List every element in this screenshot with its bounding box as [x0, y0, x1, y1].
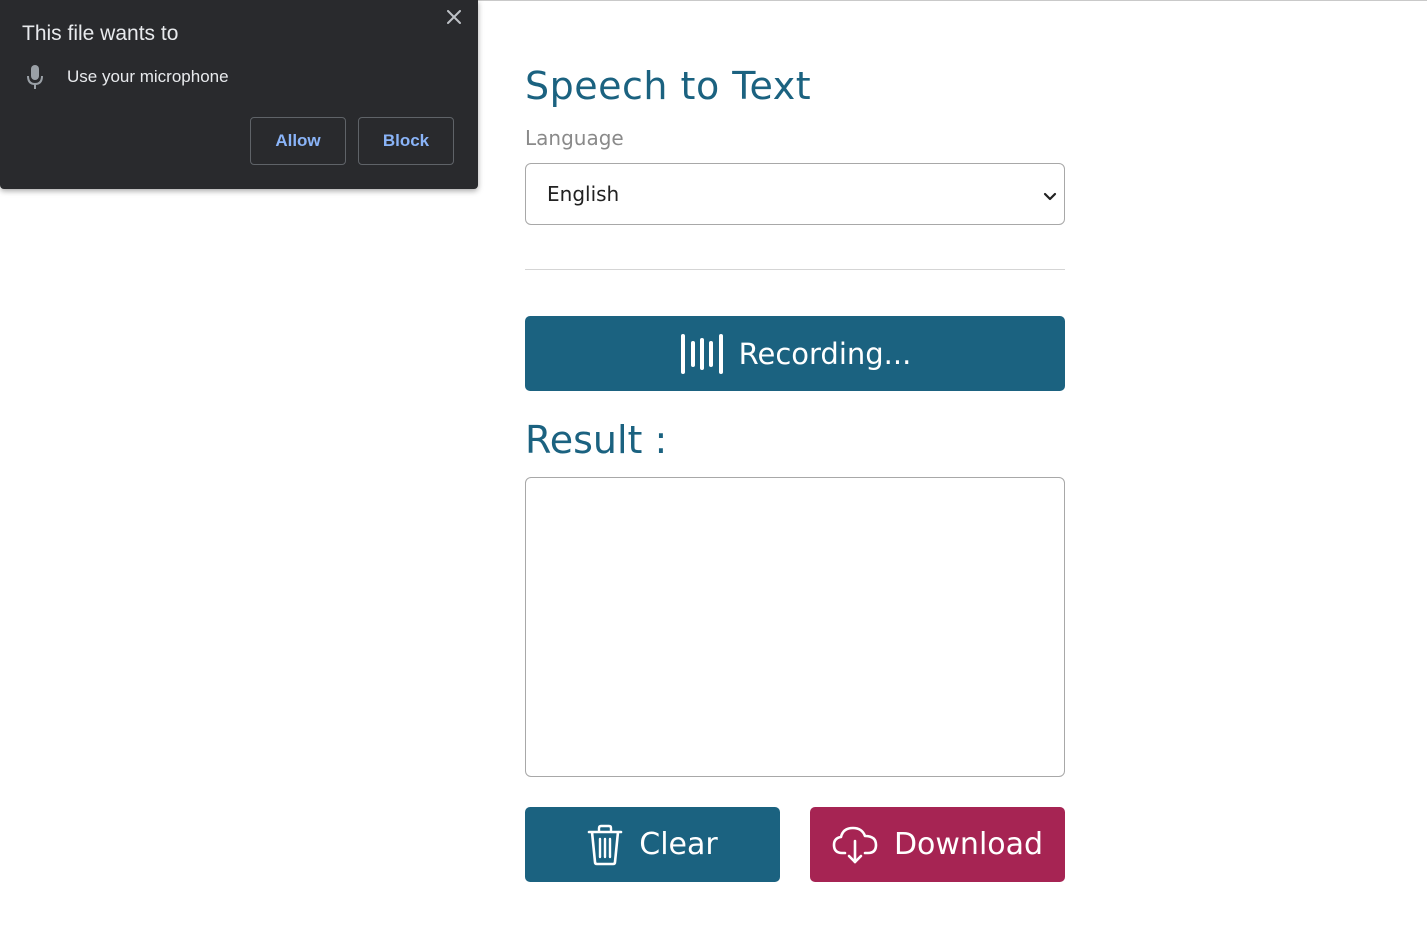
language-select[interactable]: English — [525, 163, 1065, 225]
allow-button[interactable]: Allow — [250, 117, 346, 165]
permission-popup: This file wants to Use your microphone A… — [0, 0, 478, 189]
download-button[interactable]: Download — [810, 807, 1065, 882]
permission-row: Use your microphone — [24, 64, 229, 90]
permission-title: This file wants to — [22, 22, 179, 45]
trash-icon — [587, 824, 623, 866]
record-label: Recording... — [738, 336, 912, 371]
cloud-download-icon — [832, 825, 878, 865]
clear-button[interactable]: Clear — [525, 807, 780, 882]
permission-text: Use your microphone — [67, 67, 229, 86]
result-textarea[interactable] — [525, 477, 1065, 777]
clear-label: Clear — [639, 827, 718, 862]
microphone-icon — [24, 64, 46, 90]
divider — [525, 269, 1065, 270]
result-title: Result : — [525, 418, 668, 462]
record-button[interactable]: Recording... — [525, 316, 1065, 391]
close-icon[interactable] — [444, 7, 464, 27]
chevron-down-icon — [1042, 186, 1058, 202]
language-label: Language — [525, 126, 624, 150]
download-label: Download — [893, 827, 1044, 862]
block-button[interactable]: Block — [358, 117, 454, 165]
sound-wave-icon — [679, 332, 725, 376]
page-title: Speech to Text — [525, 64, 812, 108]
language-selected-value: English — [547, 182, 620, 206]
